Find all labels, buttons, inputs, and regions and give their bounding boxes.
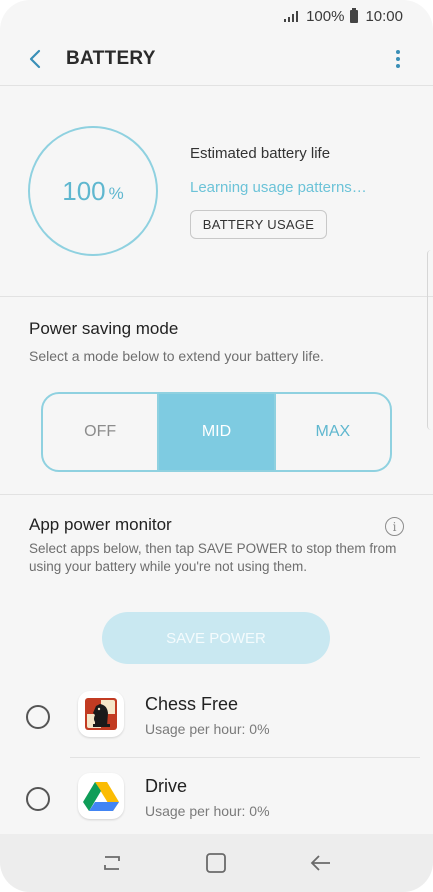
- power-saving-section: Power saving mode Select a mode below to…: [0, 298, 433, 495]
- home-button[interactable]: [202, 849, 230, 877]
- page-title: BATTERY: [66, 47, 156, 69]
- status-bar: 100% 10:00: [0, 0, 433, 32]
- battery-usage-button[interactable]: BATTERY USAGE: [190, 210, 327, 239]
- power-mode-off-option[interactable]: OFF: [43, 394, 157, 470]
- app-usage-text: Usage per hour: 0%: [145, 721, 270, 737]
- battery-percent-text: 100%: [306, 7, 345, 25]
- power-mode-max-option[interactable]: MAX: [276, 394, 390, 470]
- system-navigation-bar: [0, 834, 433, 892]
- signal-icon: [284, 10, 299, 22]
- app-list-item[interactable]: Chess Free Usage per hour: 0%: [0, 677, 433, 758]
- recent-apps-icon: [104, 856, 121, 870]
- power-mode-selector: OFF MID MAX: [41, 392, 392, 472]
- battery-icon: [350, 7, 359, 23]
- save-power-button[interactable]: SAVE POWER: [102, 612, 330, 664]
- app-select-radio[interactable]: [26, 787, 50, 811]
- app-name: Chess Free: [145, 694, 239, 714]
- google-drive-icon: [83, 782, 119, 811]
- power-saving-title: Power saving mode: [29, 319, 179, 338]
- recent-apps-button[interactable]: [98, 849, 126, 877]
- power-saving-description: Select a mode below to extend your batte…: [29, 348, 324, 364]
- back-button[interactable]: [20, 44, 50, 74]
- nav-back-button[interactable]: [307, 849, 335, 877]
- list-divider: [70, 757, 420, 758]
- power-mode-mid-option[interactable]: MID: [157, 394, 276, 470]
- app-usage-text: Usage per hour: 0%: [145, 803, 270, 819]
- phone-screen: 100% 10:00 BATTERY 100 % Estimated batte…: [0, 0, 433, 892]
- nav-back-arrow-icon: [310, 855, 330, 871]
- estimated-battery-label: Estimated battery life: [190, 145, 331, 162]
- more-dot-icon: [396, 56, 400, 61]
- app-name: Drive: [145, 776, 188, 796]
- app-icon-container: [78, 773, 124, 819]
- app-list-item[interactable]: Drive Usage per hour: 0%: [0, 759, 433, 839]
- app-power-monitor-description: Select apps below, then tap SAVE POWER t…: [29, 541, 397, 574]
- app-select-radio[interactable]: [26, 705, 50, 729]
- battery-level-unit: %: [108, 184, 124, 203]
- back-arrow-icon: [29, 49, 41, 68]
- battery-level-ring: 100 %: [28, 126, 158, 256]
- learning-status-text: Learning usage patterns…: [190, 179, 367, 196]
- app-power-monitor-title: App power monitor: [29, 515, 172, 534]
- app-icon-container: [78, 691, 124, 737]
- app-header: BATTERY: [0, 32, 433, 86]
- info-icon[interactable]: i: [385, 517, 404, 536]
- battery-level-value: 100: [62, 175, 106, 206]
- home-icon: [206, 853, 227, 873]
- more-dot-icon: [396, 49, 400, 54]
- chess-knight-icon: [85, 698, 117, 730]
- more-options-button[interactable]: [391, 47, 405, 71]
- battery-status-section: 100 % Estimated battery life Learning us…: [0, 87, 433, 297]
- clock-text: 10:00: [365, 7, 403, 25]
- edge-panel-handle[interactable]: [427, 250, 433, 430]
- more-dot-icon: [396, 63, 400, 68]
